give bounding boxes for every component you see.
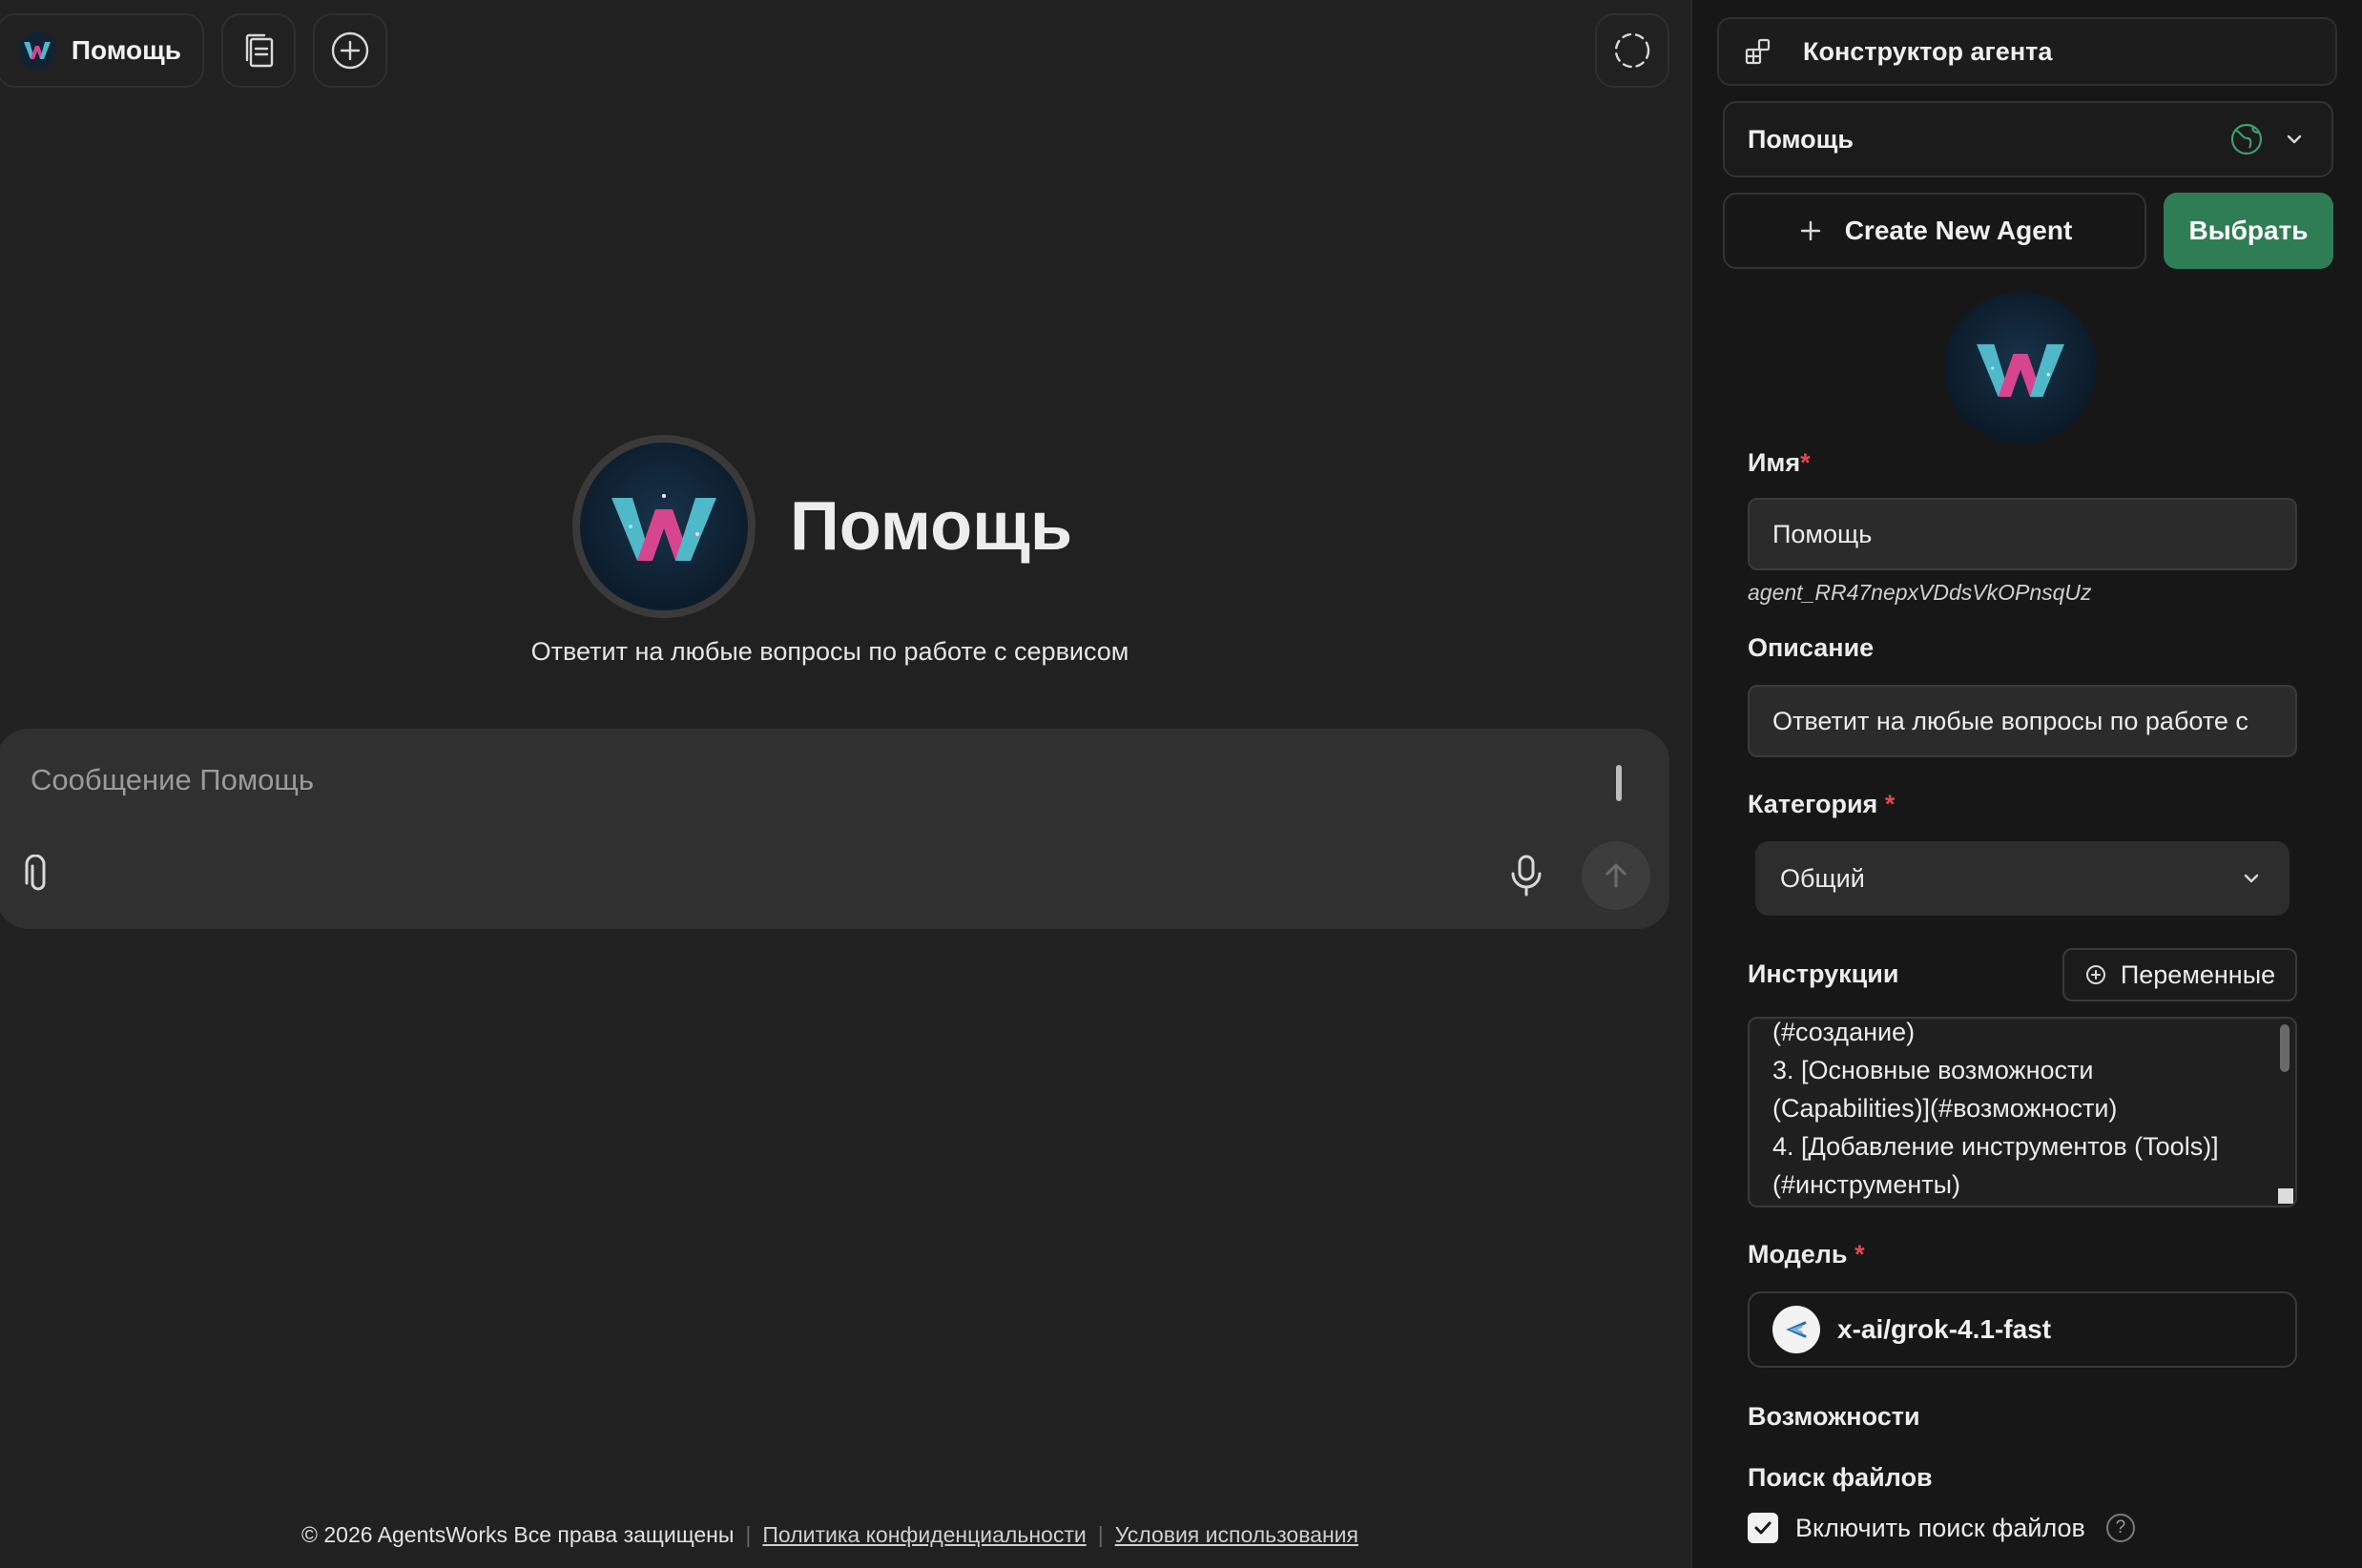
- category-value: Общий: [1780, 863, 1865, 893]
- file-search-option: Включить поиск файлов ?: [1748, 1513, 2135, 1543]
- temporary-chat-button[interactable]: [1595, 13, 1669, 88]
- resize-handle[interactable]: [2278, 1188, 2293, 1204]
- instructions-line: 4. [Добавление инструментов (Tools)]: [1772, 1132, 2219, 1161]
- plus-icon: [1800, 220, 1820, 241]
- new-chat-button[interactable]: [313, 13, 387, 88]
- microphone-icon: [1511, 855, 1542, 897]
- attach-file-button[interactable]: [19, 854, 57, 901]
- category-label: Категория *: [1748, 790, 1896, 818]
- agent-logo-icon: [1977, 343, 2064, 398]
- description-label: Описание: [1748, 633, 1875, 662]
- instructions-line: 3. [Основные возможности: [1772, 1056, 2094, 1084]
- select-agent-button[interactable]: Выбрать: [2164, 193, 2333, 269]
- description-field[interactable]: Ответит на любые вопросы по работе с: [1748, 685, 2297, 757]
- agent-builder-header[interactable]: Конструктор агента: [1717, 17, 2337, 86]
- terms-link[interactable]: Условия использования: [1115, 1522, 1358, 1547]
- privacy-link[interactable]: Политика конфиденциальности: [762, 1522, 1086, 1547]
- panel-title: Конструктор агента: [1803, 36, 2053, 66]
- help-icon[interactable]: ?: [2105, 1514, 2135, 1542]
- agent-avatar-upload[interactable]: [1944, 292, 2097, 444]
- dashed-circle-icon: [1614, 32, 1650, 69]
- name-label: Имя*: [1748, 448, 1811, 477]
- copyright-text: © 2026 AgentsWorks Все права защищены: [301, 1522, 735, 1547]
- instructions-scrollbar[interactable]: [2280, 1024, 2289, 1072]
- message-composer[interactable]: Сообщение Помощь: [0, 729, 1669, 929]
- file-search-label: Поиск файлов: [1748, 1463, 1933, 1492]
- capabilities-label: Возможности: [1748, 1402, 1920, 1431]
- paperclip-icon: [25, 854, 46, 891]
- checkmark-icon: [1754, 1521, 1772, 1535]
- chevron-down-icon: [2287, 134, 2302, 144]
- model-select[interactable]: x-ai/grok-4.1-fast: [1748, 1291, 2297, 1368]
- globe-icon: [2230, 123, 2263, 155]
- agent-avatar: [572, 435, 756, 618]
- instructions-line: (#создание): [1772, 1018, 1916, 1046]
- model-value: x-ai/grok-4.1-fast: [1837, 1314, 2052, 1344]
- model-provider-icon: [1772, 1306, 1820, 1353]
- text-cursor: [1616, 765, 1622, 801]
- agent-title: Помощь: [790, 488, 1073, 565]
- copy-icon: [245, 33, 274, 68]
- message-input[interactable]: Сообщение Помощь: [31, 763, 314, 797]
- page-footer: © 2026 AgentsWorks Все права защищены | По…: [301, 1522, 1358, 1547]
- variables-label: Переменные: [2120, 959, 2276, 989]
- agent-id-text: agent_RR47nepxVDdsVkOPnsqUz: [1748, 580, 2092, 605]
- voice-input-button[interactable]: [1507, 853, 1545, 903]
- agent-select-value: Помощь: [1748, 124, 1854, 154]
- category-select[interactable]: Общий: [1755, 841, 2289, 916]
- agent-pill-name: Помощь: [71, 35, 181, 65]
- instructions-line: (#инструменты): [1772, 1170, 1961, 1199]
- plus-circle-icon: [2085, 965, 2105, 984]
- agent-description: Ответит на любые вопросы по работе с сер…: [530, 637, 1129, 666]
- agent-logo-icon: [611, 494, 716, 561]
- agent-select-dropdown[interactable]: Помощь: [1723, 101, 2333, 177]
- instructions-line: (Capabilities)](#возможности): [1772, 1094, 2118, 1123]
- agent-logo-icon: [19, 31, 56, 70]
- send-button[interactable]: [1582, 841, 1650, 910]
- create-new-agent-label: Create New Agent: [1844, 216, 2073, 245]
- chevron-down-icon: [2244, 874, 2259, 883]
- chat-main-area: Помощь Помощь Ответит на любые вопросы п…: [0, 0, 1690, 1568]
- agent-switcher-button[interactable]: Помощь: [0, 13, 204, 88]
- copy-chat-button[interactable]: [221, 13, 296, 88]
- plus-circle-icon: [331, 31, 369, 70]
- agent-builder-panel: Конструктор агента Помощь Create New Age…: [1690, 0, 2362, 1568]
- instructions-label: Инструкции: [1748, 959, 1899, 988]
- file-search-checkbox-label[interactable]: Включить поиск файлов: [1795, 1514, 2085, 1543]
- builder-icon: [1745, 38, 1771, 65]
- agent-hero: Помощь: [572, 435, 1072, 618]
- name-field[interactable]: Помощь: [1748, 498, 2297, 570]
- create-new-agent-button[interactable]: Create New Agent: [1723, 193, 2146, 269]
- instructions-textarea[interactable]: (#создание) 3. [Основные возможности (Ca…: [1748, 1017, 2297, 1207]
- file-search-checkbox[interactable]: [1748, 1513, 1778, 1543]
- model-label: Модель *: [1748, 1240, 1865, 1269]
- arrow-up-icon: [1606, 863, 1626, 888]
- variables-button[interactable]: Переменные: [2062, 948, 2297, 1001]
